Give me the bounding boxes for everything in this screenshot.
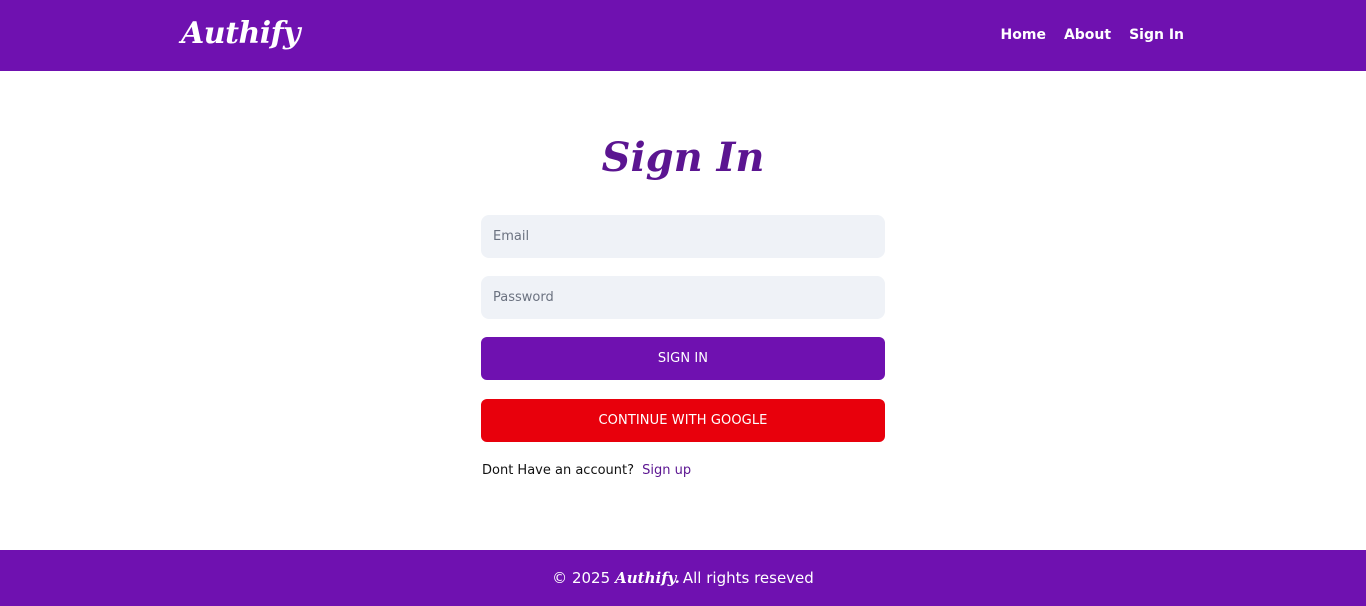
email-field[interactable]: [481, 215, 885, 258]
site-header: Authify Home About Sign In: [0, 0, 1366, 71]
site-footer: © 2025 Authify. All rights reseved: [0, 550, 1366, 606]
main-nav: Home About Sign In: [1001, 24, 1184, 46]
logo[interactable]: Authify: [181, 14, 301, 54]
nav-about-link[interactable]: About: [1064, 24, 1111, 46]
google-sign-in-button[interactable]: CONTINUE WITH GOOGLE: [481, 399, 885, 442]
rights-text: All rights reseved: [682, 569, 814, 587]
signup-link[interactable]: Sign up: [642, 463, 691, 478]
footer-brand: Authify.: [615, 569, 680, 587]
signup-prompt-row: Dont Have an account? Sign up: [482, 461, 691, 481]
sign-in-button[interactable]: SIGN IN: [481, 337, 885, 380]
page-title: Sign In: [601, 134, 765, 181]
nav-home-link[interactable]: Home: [1001, 24, 1046, 46]
password-field[interactable]: [481, 276, 885, 319]
copyright-text: © 2025: [552, 569, 611, 587]
nav-signin-link[interactable]: Sign In: [1129, 24, 1184, 46]
signup-prompt-text: Dont Have an account?: [482, 463, 635, 478]
